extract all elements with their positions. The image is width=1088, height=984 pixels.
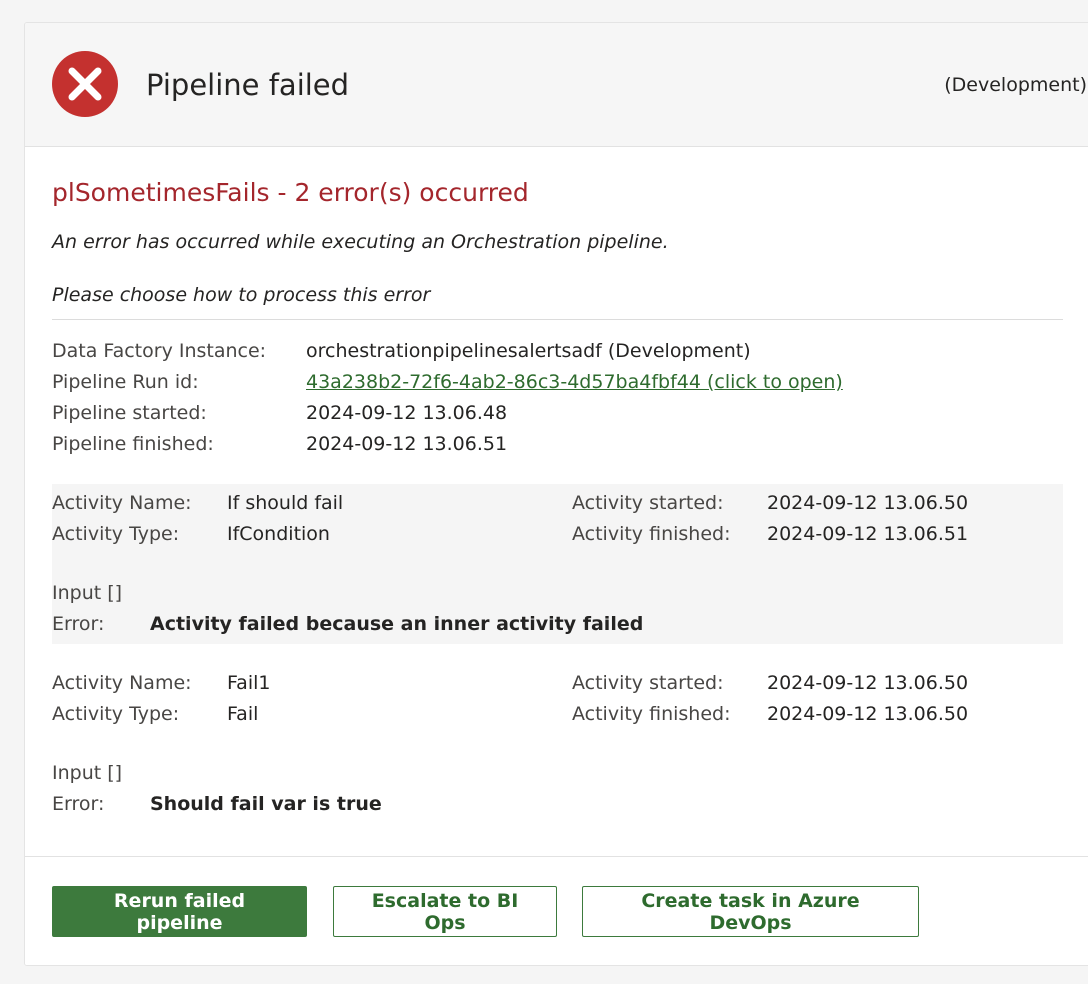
activity-error-message: Activity failed because an inner activit… <box>150 613 644 635</box>
started-row: Pipeline started: 2024-09-12 13.06.48 <box>52 398 1088 429</box>
activity-finished-label: Activity finished: <box>572 523 731 545</box>
activity-input: Input [] <box>52 582 123 604</box>
instance-value: orchestrationpipelinesalertsadf (Develop… <box>306 340 751 362</box>
pipeline-details: Data Factory Instance: orchestrationpipe… <box>52 336 1088 460</box>
instance-row: Data Factory Instance: orchestrationpipe… <box>52 336 1088 367</box>
activity-error-label: Error: <box>52 793 105 815</box>
escalate-to-bi-ops-button[interactable]: Escalate to BI Ops <box>333 886 557 937</box>
activity-started-label: Activity started: <box>572 672 724 694</box>
activity-type-label: Activity Type: <box>52 523 180 545</box>
pipeline-finished-value: 2024-09-12 13.06.51 <box>306 433 508 455</box>
rerun-failed-pipeline-button[interactable]: Rerun failed pipeline <box>52 886 307 937</box>
environment-label: (Development) <box>944 74 1087 96</box>
activity-block: Activity Name: If should fail Activity s… <box>52 484 1063 644</box>
run-id-label: Pipeline Run id: <box>52 371 199 393</box>
card-body: plSometimesFails - 2 error(s) occurred A… <box>25 147 1088 824</box>
activity-error-label: Error: <box>52 613 105 635</box>
activity-started-value: 2024-09-12 13.06.50 <box>767 672 969 694</box>
card-header: Pipeline failed (Development) <box>25 23 1088 147</box>
activity-type-value: IfCondition <box>227 523 330 545</box>
error-intro-text: An error has occurred while executing an… <box>52 231 669 253</box>
activity-type-label: Activity Type: <box>52 703 180 725</box>
activity-name-label: Activity Name: <box>52 492 192 514</box>
activity-name-row: Activity Name: Fail1 Activity started: 2… <box>52 668 1063 699</box>
action-footer: Rerun failed pipeline Escalate to BI Ops… <box>25 856 1088 965</box>
activity-finished-value: 2024-09-12 13.06.50 <box>767 703 969 725</box>
activity-finished-value: 2024-09-12 13.06.51 <box>767 523 969 545</box>
activity-started-label: Activity started: <box>572 492 724 514</box>
pipeline-started-value: 2024-09-12 13.06.48 <box>306 402 508 424</box>
finished-row: Pipeline finished: 2024-09-12 13.06.51 <box>52 429 1088 460</box>
activity-type-row: Activity Type: Fail Activity finished: 2… <box>52 699 1063 730</box>
pipeline-failed-card: Pipeline failed (Development) plSometime… <box>24 22 1088 966</box>
run-id-row: Pipeline Run id: 43a238b2-72f6-4ab2-86c3… <box>52 367 1088 398</box>
section-divider <box>52 319 1063 320</box>
pipeline-started-label: Pipeline started: <box>52 402 207 424</box>
run-id-link[interactable]: 43a238b2-72f6-4ab2-86c3-4d57ba4fbf44 (cl… <box>306 367 843 398</box>
activity-name-value: Fail1 <box>227 672 271 694</box>
error-heading: plSometimesFails - 2 error(s) occurred <box>52 178 529 207</box>
create-devops-task-button[interactable]: Create task in Azure DevOps <box>582 886 919 937</box>
activity-finished-label: Activity finished: <box>572 703 731 725</box>
activity-type-row: Activity Type: IfCondition Activity fini… <box>52 519 1063 550</box>
activity-error-row: Error: Should fail var is true <box>52 789 1063 820</box>
activity-name-value: If should fail <box>227 492 344 514</box>
pipeline-finished-label: Pipeline finished: <box>52 433 214 455</box>
activity-type-value: Fail <box>227 703 259 725</box>
instance-label: Data Factory Instance: <box>52 340 267 362</box>
activity-error-message: Should fail var is true <box>150 793 382 815</box>
activity-block: Activity Name: Fail1 Activity started: 2… <box>52 664 1063 824</box>
activity-name-label: Activity Name: <box>52 672 192 694</box>
activity-error-row: Error: Activity failed because an inner … <box>52 609 1063 640</box>
activity-name-row: Activity Name: If should fail Activity s… <box>52 488 1063 519</box>
page-title: Pipeline failed <box>146 68 350 102</box>
activity-started-value: 2024-09-12 13.06.50 <box>767 492 969 514</box>
activity-input: Input [] <box>52 762 123 784</box>
error-prompt-text: Please choose how to process this error <box>52 284 431 306</box>
error-x-circle-icon <box>52 51 118 117</box>
